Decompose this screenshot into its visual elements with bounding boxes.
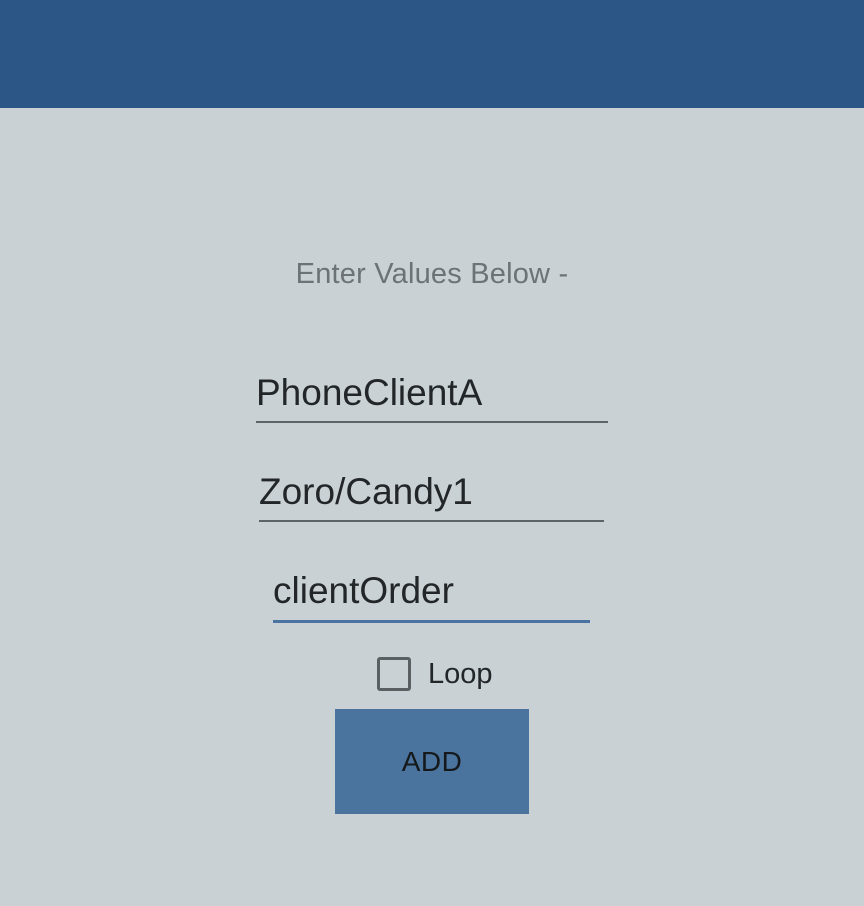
add-button[interactable]: ADD: [335, 709, 529, 814]
loop-label[interactable]: Loop: [428, 658, 493, 691]
topic-input[interactable]: [273, 562, 590, 620]
credentials-input[interactable]: [259, 463, 604, 520]
instruction-label: Enter Values Below -: [295, 258, 569, 290]
credentials-field[interactable]: [259, 463, 604, 522]
app-bar: [0, 0, 864, 108]
loop-checkbox[interactable]: [377, 657, 411, 691]
topic-field[interactable]: [273, 562, 590, 623]
client-name-field[interactable]: [256, 364, 608, 423]
loop-option[interactable]: Loop: [377, 654, 493, 694]
client-name-input[interactable]: [256, 364, 608, 421]
